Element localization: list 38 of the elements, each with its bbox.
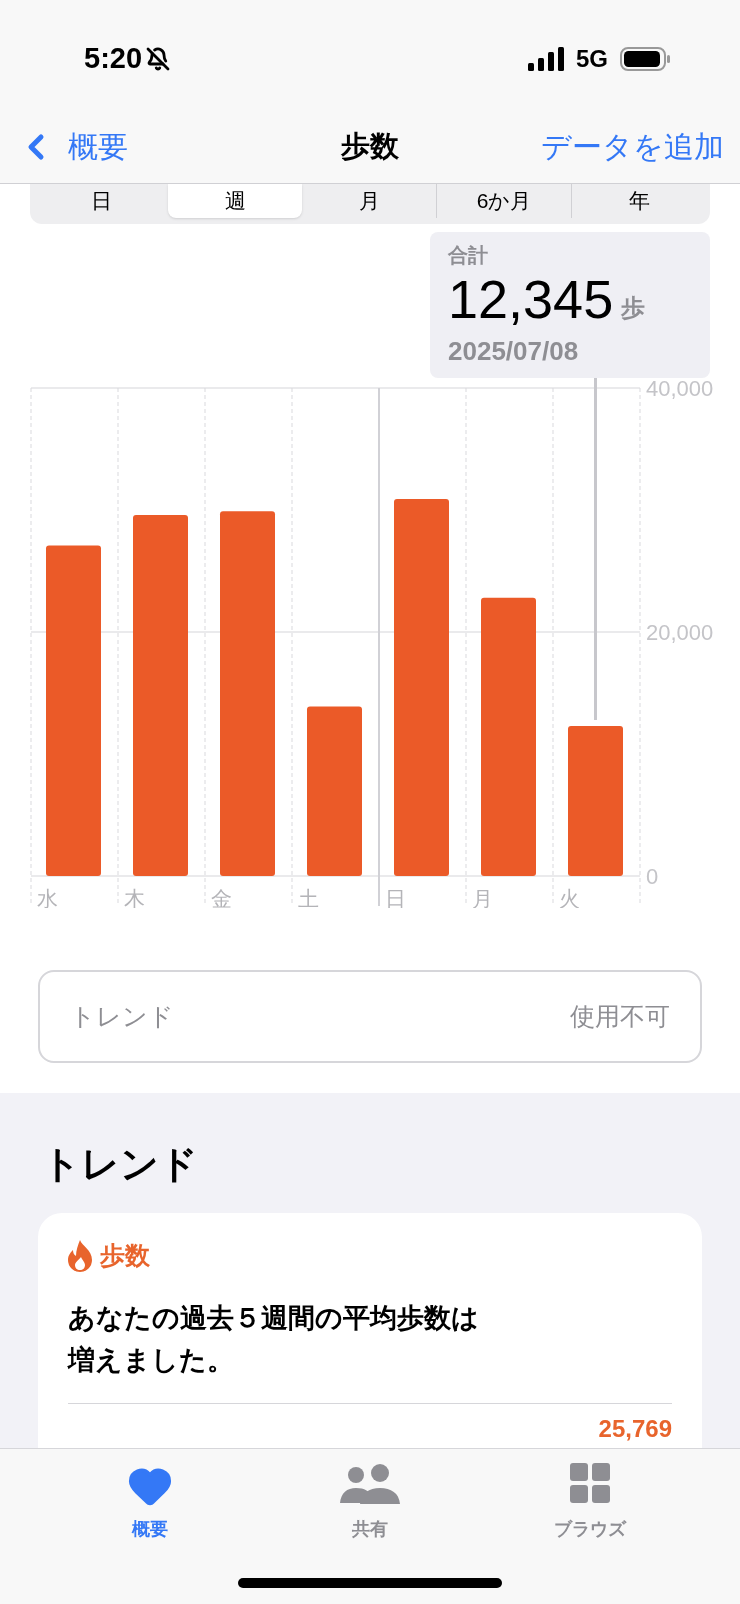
x-axis-label: 火 <box>559 887 580 908</box>
battery-icon <box>620 47 670 71</box>
summary-date: 2025/07/08 <box>448 335 580 368</box>
status-time: 5:20 <box>84 41 143 77</box>
flame-icon <box>68 1239 92 1272</box>
x-axis-label: 日 <box>385 887 406 908</box>
back-button[interactable]: 概要 <box>16 124 128 169</box>
card-title: 歩数 <box>100 1240 150 1271</box>
summary-label: 合計 <box>448 243 489 268</box>
segment-tab[interactable]: 週 <box>168 184 302 218</box>
x-axis-label: 木 <box>124 887 145 908</box>
trend-message: あなたの過去５週間の平均歩数は増えました。 <box>68 1301 480 1377</box>
trend-status: 使用不可 <box>570 1000 670 1032</box>
network-label: 5G <box>576 44 608 74</box>
trend-label: トレンド <box>70 1000 174 1032</box>
bell-off-icon <box>146 47 171 71</box>
segment-tab[interactable]: 日 <box>34 184 168 218</box>
y-axis-label: 40,000 <box>646 378 714 401</box>
x-axis-label: 土 <box>298 887 319 908</box>
x-axis-label: 金 <box>211 887 232 908</box>
signal-icon <box>528 47 564 71</box>
grid-icon <box>570 1463 610 1503</box>
people-icon <box>340 1463 400 1505</box>
x-axis-label: 水 <box>37 887 58 908</box>
y-axis-label: 0 <box>646 864 659 889</box>
x-axis-label: 月 <box>472 887 493 908</box>
segment-tab[interactable]: 月 <box>302 184 436 218</box>
add-data-button[interactable]: データを追加 <box>541 124 724 169</box>
segment-tab[interactable]: 6か月 <box>436 184 571 218</box>
summary-unit: 歩 <box>621 296 646 323</box>
page-title: 歩数 <box>341 128 399 164</box>
summary-value: 12,345 <box>448 272 614 326</box>
trend-card[interactable]: 歩数 あなたの過去５週間の平均歩数は増えました。 25,769 <box>38 1213 702 1448</box>
segment-tab[interactable]: 年 <box>571 184 706 218</box>
y-axis-label: 20,000 <box>646 620 714 645</box>
tab-bar-item[interactable]: 概要 <box>75 1463 225 1543</box>
trend-value: 25,769 <box>598 1413 672 1444</box>
section-heading: トレンド <box>42 1145 199 1183</box>
